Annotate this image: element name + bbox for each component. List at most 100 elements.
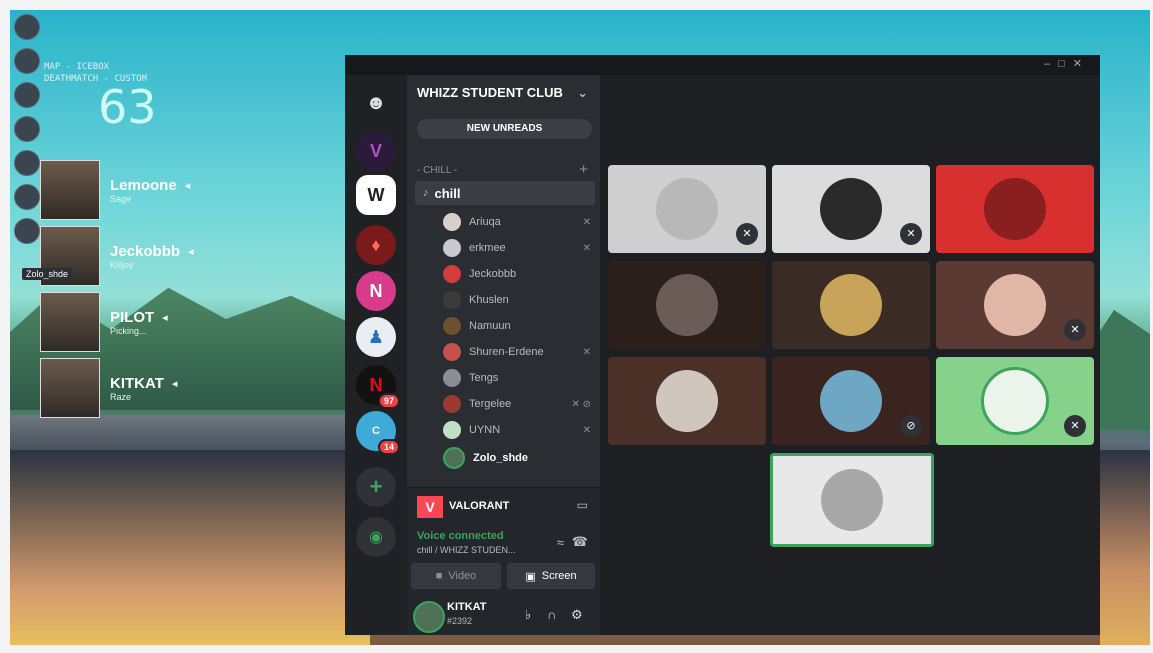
server-icon-n[interactable]: N [356, 271, 396, 311]
user-avatar[interactable] [413, 601, 445, 633]
participant-avatar [821, 469, 883, 531]
agent-name: Raze [110, 391, 132, 402]
overlay-avatar [14, 116, 40, 142]
overlay-player-4: KITKAT ◂ Raze [40, 358, 177, 418]
member-name: Tengs [469, 372, 499, 384]
screen-share-button[interactable]: ▣ Screen [507, 563, 595, 589]
close-icon[interactable]: ✕ [1073, 58, 1090, 70]
voice-video-grid: ✕ ✕ ✕ ⊘ ✕ [600, 75, 1100, 635]
participant-tile[interactable] [608, 357, 766, 445]
participant-tile[interactable]: ⊘ [772, 357, 930, 445]
voice-member[interactable]: Tergelee ✕ ⊘ [443, 395, 593, 413]
server-icon-whizz[interactable]: W [356, 175, 396, 215]
voice-member[interactable]: Jeckobbb [443, 265, 593, 283]
voice-member[interactable]: Shuren-Erdene ✕ [443, 343, 593, 361]
participant-tile[interactable]: ✕ [772, 165, 930, 253]
participant-tile[interactable] [608, 261, 766, 349]
server-name[interactable]: WHIZZ STUDENT CLUB [417, 85, 563, 100]
server-icon-v[interactable]: V [356, 131, 396, 171]
participant-avatar [984, 178, 1046, 240]
participant-avatar [820, 274, 882, 336]
avatar [443, 291, 461, 309]
map-label: MAP - ICEBOX [44, 62, 110, 72]
overlay-tag: Zolo_shde [22, 268, 73, 280]
window-controls: –□✕ [1044, 57, 1090, 70]
arena-floor-left [10, 450, 370, 645]
overlay-player-1: Lemoone ◂ Sage [40, 160, 190, 220]
explore-servers-icon[interactable]: ◉ [356, 517, 396, 557]
agent-portrait [40, 292, 100, 352]
arena-floor-right [1100, 450, 1150, 645]
participant-tile[interactable]: ✕ [936, 357, 1094, 445]
microphone-icon[interactable]: ♭ [525, 607, 531, 623]
avatar [443, 395, 461, 413]
camera-icon: ■ [435, 570, 443, 582]
member-name: Namuun [469, 320, 511, 332]
activity-bar: V VALORANT ▭ [407, 487, 600, 526]
voice-member[interactable]: Namuun [443, 317, 593, 335]
noise-suppression-icon[interactable]: ≈ [557, 535, 564, 550]
participant-tile[interactable]: ✕ [608, 165, 766, 253]
add-server-icon[interactable]: + [356, 467, 396, 507]
voice-channel-path[interactable]: chill / WHIZZ STUDEN... [417, 545, 516, 555]
new-unreads-button[interactable]: NEW UNREADS [417, 119, 592, 139]
mic-muted-icon: ✕ [900, 223, 922, 245]
participant-tile[interactable] [936, 165, 1094, 253]
voice-member[interactable]: Zolo_shde [443, 447, 593, 469]
mic-muted-icon: ✕ [582, 424, 591, 436]
game-name: VALORANT [449, 500, 510, 512]
score-counter: 63 [98, 80, 157, 134]
voice-member[interactable]: UYNN ✕ [443, 421, 593, 439]
voice-channel-chill[interactable]: ♪ chill [415, 181, 595, 205]
voice-member[interactable]: Khuslen [443, 291, 593, 309]
disconnect-icon[interactable]: ☎ [572, 534, 588, 550]
participant-tile-speaking[interactable] [770, 453, 934, 547]
discord-window: –□✕ ☻ V W ♦ N ♟ N 97 C 14 + ◉ WHIZZ STUDEN… [345, 55, 1100, 635]
overlay-avatar [14, 150, 40, 176]
server-icon-netflix[interactable]: N 97 [356, 365, 400, 409]
player-name: Jeckobbb [110, 242, 181, 260]
avatar [443, 447, 465, 469]
video-button[interactable]: ■ Video [411, 563, 501, 589]
voice-member[interactable]: Tengs [443, 369, 593, 387]
server-list: ☻ V W ♦ N ♟ N 97 C 14 + ◉ [345, 75, 407, 635]
agent-portrait [40, 358, 100, 418]
participant-avatar [656, 178, 718, 240]
avatar [443, 369, 461, 387]
screen-label: Screen [541, 570, 577, 582]
discord-home-icon[interactable]: ☻ [356, 83, 396, 123]
participant-avatar [656, 274, 718, 336]
add-channel-icon[interactable]: + [579, 161, 588, 178]
chevron-down-icon[interactable]: ⌄ [577, 85, 588, 101]
unread-badge: 97 [377, 393, 400, 409]
voice-member[interactable]: erkmee ✕ [443, 239, 593, 257]
gear-icon[interactable]: ⚙ [571, 607, 583, 623]
server-icon-red[interactable]: ♦ [356, 225, 396, 265]
speaking-icon: ◂ [171, 377, 178, 390]
overlay-player-3: PILOT ◂ Picking... [40, 292, 168, 352]
minimize-icon[interactable]: – [1044, 58, 1058, 70]
monitor-icon[interactable]: ▭ [577, 498, 588, 512]
speaker-icon: ♪ [423, 187, 429, 199]
agent-name: Killjoy [110, 259, 134, 270]
member-name: Zolo_shde [473, 452, 529, 464]
participant-avatar [984, 274, 1046, 336]
mic-muted-icon: ✕ [582, 346, 591, 358]
avatar [443, 421, 461, 439]
deafened-icon: ⊘ [900, 415, 922, 437]
mic-muted-icon: ✕ [736, 223, 758, 245]
speaking-icon: ◂ [184, 179, 191, 192]
maximize-icon[interactable]: □ [1058, 58, 1073, 70]
server-icon-capture[interactable]: C 14 [356, 411, 400, 455]
voice-member[interactable]: Ariuqa ✕ [443, 213, 593, 231]
participant-tile[interactable] [772, 261, 930, 349]
voice-status: Voice connected [417, 530, 504, 542]
category-label[interactable]: - CHILL - [417, 165, 457, 176]
server-icon-person[interactable]: ♟ [356, 317, 396, 357]
headphones-icon[interactable]: ∩ [547, 607, 556, 622]
overlay-avatar [14, 218, 40, 244]
participant-tile[interactable]: ✕ [936, 261, 1094, 349]
agent-name: Sage [110, 193, 132, 204]
mic-muted-icon: ✕ [582, 216, 591, 228]
mic-muted-icon: ✕ [1064, 319, 1086, 341]
